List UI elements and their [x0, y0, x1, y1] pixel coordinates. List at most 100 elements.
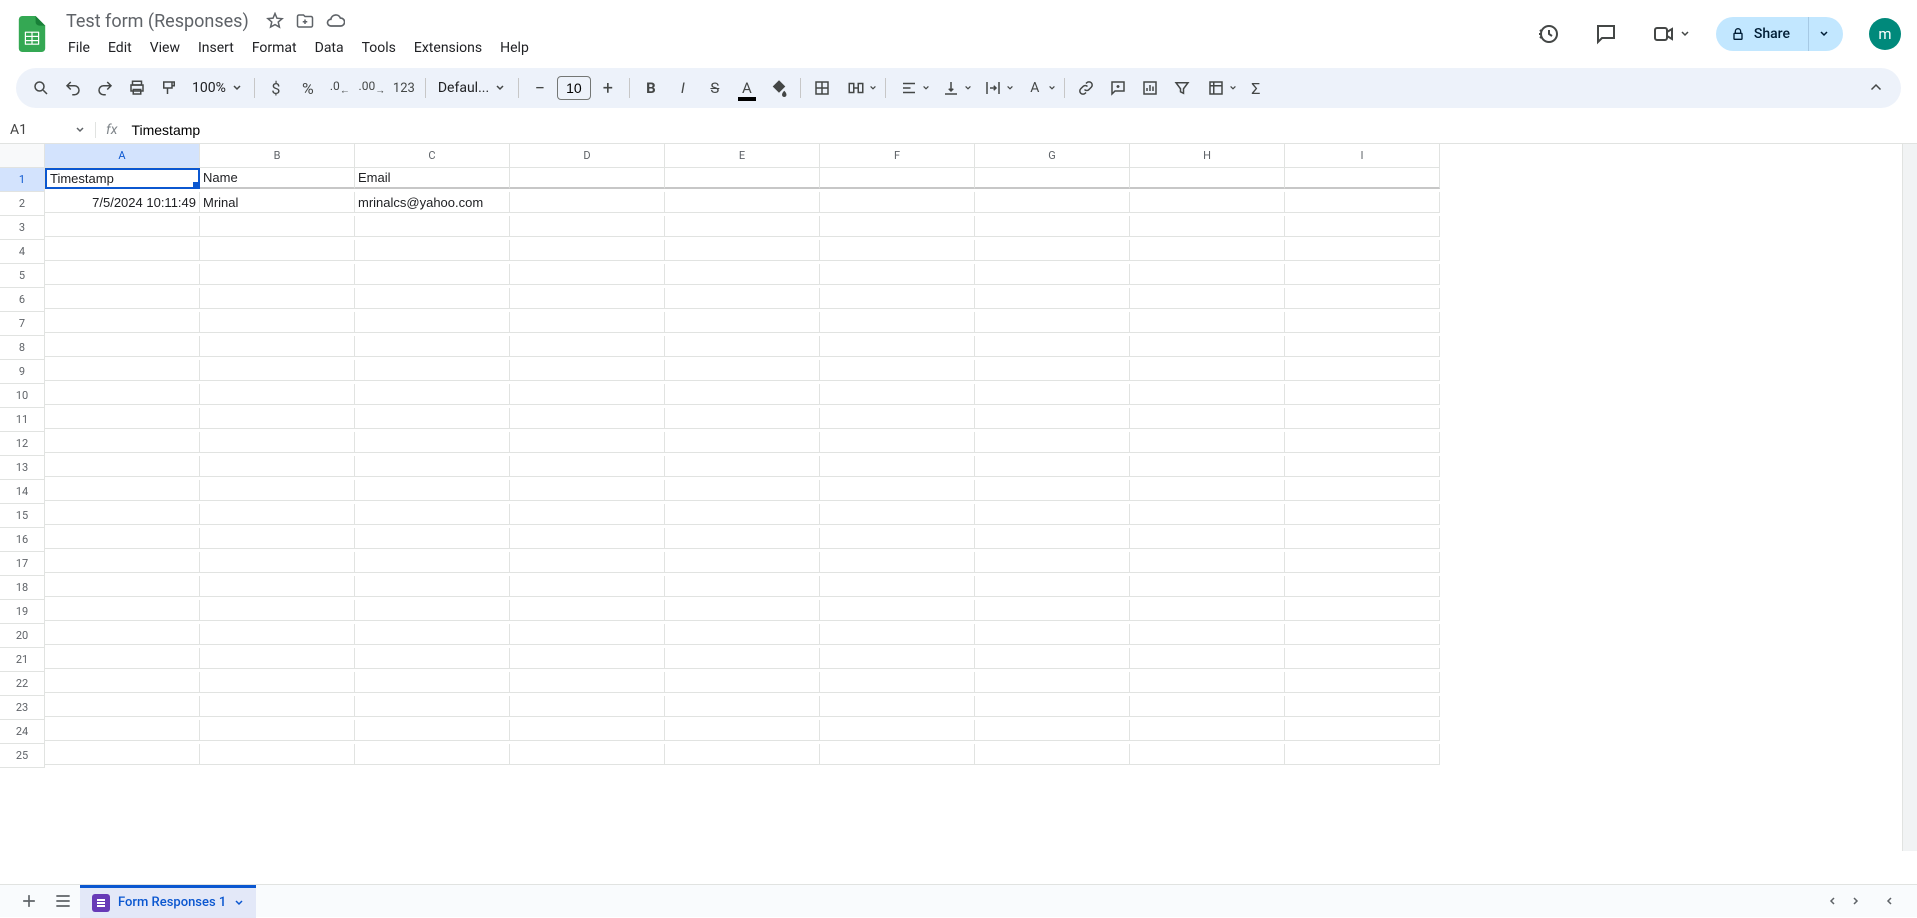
column-header[interactable]: A	[45, 144, 200, 168]
cell[interactable]	[45, 432, 200, 453]
cell[interactable]	[200, 312, 355, 333]
menu-tools[interactable]: Tools	[354, 36, 404, 60]
cell[interactable]	[510, 288, 665, 309]
cell[interactable]	[45, 216, 200, 237]
cell[interactable]	[975, 720, 1130, 741]
cell[interactable]	[665, 360, 820, 381]
cell[interactable]	[510, 312, 665, 333]
cell[interactable]	[200, 288, 355, 309]
cell[interactable]	[510, 624, 665, 645]
cell[interactable]	[510, 408, 665, 429]
cell[interactable]	[45, 336, 200, 357]
formula-input[interactable]	[127, 120, 1917, 140]
cell[interactable]	[1285, 384, 1440, 405]
print-icon[interactable]	[122, 73, 152, 103]
row-header[interactable]: 24	[0, 720, 45, 744]
cell[interactable]	[1285, 408, 1440, 429]
cell[interactable]	[820, 600, 975, 621]
cell[interactable]	[1285, 624, 1440, 645]
cell[interactable]	[1285, 696, 1440, 717]
cell[interactable]	[45, 456, 200, 477]
row-header[interactable]: 13	[0, 456, 45, 480]
cell[interactable]	[200, 480, 355, 501]
cell[interactable]	[665, 384, 820, 405]
cell[interactable]	[355, 288, 510, 309]
menu-file[interactable]: File	[60, 36, 98, 60]
row-header[interactable]: 12	[0, 432, 45, 456]
column-header[interactable]: E	[665, 144, 820, 168]
menu-format[interactable]: Format	[244, 36, 305, 60]
cell[interactable]	[820, 552, 975, 573]
cell[interactable]	[1285, 432, 1440, 453]
cell[interactable]	[1285, 576, 1440, 597]
cell[interactable]	[820, 408, 975, 429]
cell[interactable]	[665, 288, 820, 309]
cell[interactable]	[510, 192, 665, 213]
insert-comment-icon[interactable]	[1103, 73, 1133, 103]
cell[interactable]	[820, 480, 975, 501]
cell[interactable]	[975, 288, 1130, 309]
row-header[interactable]: 20	[0, 624, 45, 648]
cell[interactable]	[1130, 384, 1285, 405]
cell[interactable]	[355, 216, 510, 237]
menu-data[interactable]: Data	[307, 36, 352, 60]
comments-icon[interactable]	[1586, 14, 1626, 54]
cell[interactable]	[665, 600, 820, 621]
cell[interactable]	[510, 552, 665, 573]
row-header[interactable]: 11	[0, 408, 45, 432]
row-header[interactable]: 25	[0, 744, 45, 768]
spreadsheet-grid[interactable]: ABCDEFGHI1TimestampNameEmail27/5/2024 10…	[0, 144, 1917, 768]
move-icon[interactable]	[295, 11, 315, 31]
insert-chart-icon[interactable]	[1135, 73, 1165, 103]
cell[interactable]	[1130, 216, 1285, 237]
cell[interactable]	[45, 528, 200, 549]
row-header[interactable]: 23	[0, 696, 45, 720]
cell[interactable]	[665, 336, 820, 357]
cell[interactable]	[820, 240, 975, 261]
cell[interactable]	[1285, 360, 1440, 381]
merge-cells-button[interactable]	[839, 73, 879, 103]
row-header[interactable]: 16	[0, 528, 45, 552]
cell[interactable]	[510, 384, 665, 405]
cell[interactable]	[820, 504, 975, 525]
cell[interactable]	[1285, 456, 1440, 477]
cell[interactable]	[975, 504, 1130, 525]
font-size-input[interactable]	[557, 76, 591, 100]
cell[interactable]	[1130, 624, 1285, 645]
cell[interactable]	[820, 720, 975, 741]
cell[interactable]	[975, 432, 1130, 453]
cell[interactable]	[665, 240, 820, 261]
cell[interactable]	[45, 672, 200, 693]
cell[interactable]	[1130, 312, 1285, 333]
share-dropdown[interactable]	[1808, 17, 1843, 51]
cell[interactable]	[1130, 528, 1285, 549]
cell[interactable]	[665, 480, 820, 501]
cell[interactable]	[510, 720, 665, 741]
cell[interactable]	[355, 240, 510, 261]
cell[interactable]	[45, 240, 200, 261]
cell[interactable]	[1285, 336, 1440, 357]
sheet-tab-active[interactable]: Form Responses 1	[80, 885, 256, 918]
menu-insert[interactable]: Insert	[190, 36, 242, 60]
cell[interactable]	[200, 528, 355, 549]
cell[interactable]: Mrinal	[200, 192, 355, 213]
cell[interactable]	[1285, 240, 1440, 261]
cell[interactable]	[510, 336, 665, 357]
cell[interactable]	[820, 744, 975, 765]
cell[interactable]	[510, 504, 665, 525]
add-sheet-icon[interactable]	[12, 886, 46, 916]
cell[interactable]: mrinalcs@yahoo.com	[355, 192, 510, 213]
row-header[interactable]: 1	[0, 168, 45, 192]
menu-view[interactable]: View	[142, 36, 188, 60]
cell[interactable]	[665, 312, 820, 333]
cell[interactable]	[975, 696, 1130, 717]
cell[interactable]	[665, 192, 820, 213]
cell[interactable]	[820, 264, 975, 285]
column-header[interactable]: I	[1285, 144, 1440, 168]
cell[interactable]	[665, 552, 820, 573]
cell[interactable]	[975, 456, 1130, 477]
cell[interactable]	[820, 456, 975, 477]
strikethrough-icon[interactable]: S	[700, 73, 730, 103]
cell[interactable]	[510, 480, 665, 501]
decrease-font-icon[interactable]: −	[525, 73, 555, 103]
